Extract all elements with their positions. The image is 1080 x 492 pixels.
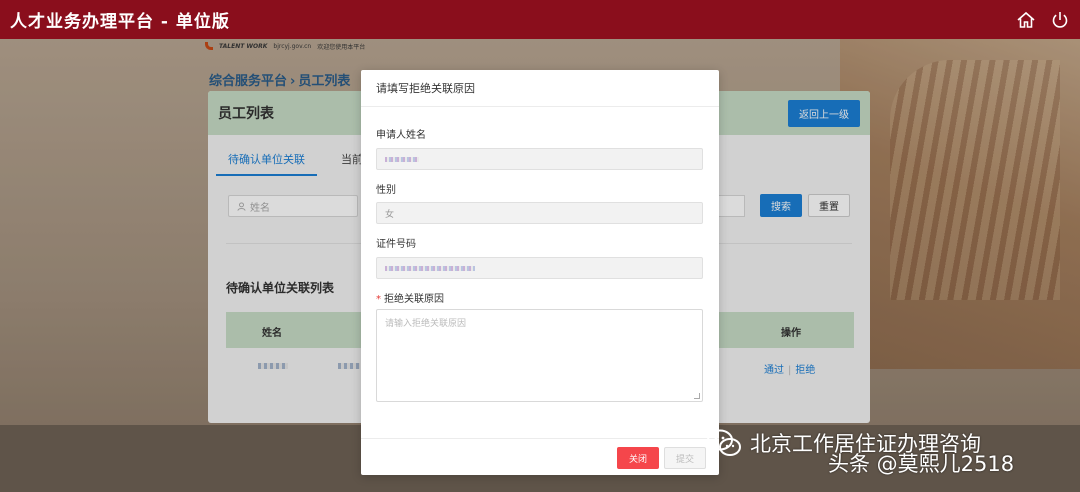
required-marker: * — [376, 294, 381, 305]
redacted-id-number — [385, 265, 475, 271]
applicant-name-label: 申请人姓名 — [376, 130, 426, 141]
dialog-footer: 关闭 提交 — [361, 438, 719, 475]
applicant-name-field — [376, 148, 703, 170]
redacted-applicant-name — [385, 156, 419, 162]
power-icon[interactable] — [1050, 10, 1070, 30]
reject-reason-label-text: 拒绝关联原因 — [384, 294, 444, 305]
app-title: 人才业务办理平台 - 单位版 — [10, 12, 230, 32]
reject-reason-dialog: 请填写拒绝关联原因 申请人姓名 性别 女 证件号码 * 拒绝关联原因 请输入拒绝关… — [361, 70, 719, 475]
id-number-field — [376, 257, 703, 279]
wechat-icon — [706, 428, 742, 458]
top-bar: 人才业务办理平台 - 单位版 — [0, 0, 1080, 39]
reject-reason-placeholder: 请输入拒绝关联原因 — [385, 319, 467, 329]
submit-button[interactable]: 提交 — [664, 447, 706, 469]
home-icon[interactable] — [1016, 10, 1036, 30]
watermark-line2: 头条 @莫熙儿2518 — [828, 452, 1015, 476]
dialog-title: 请填写拒绝关联原因 — [361, 70, 719, 107]
gender-field: 女 — [376, 202, 703, 224]
gender-label: 性别 — [376, 185, 396, 196]
resize-handle[interactable] — [694, 393, 700, 399]
close-button[interactable]: 关闭 — [617, 447, 659, 469]
reject-reason-label: * 拒绝关联原因 — [376, 290, 444, 305]
id-number-label: 证件号码 — [376, 239, 416, 250]
reject-reason-textarea[interactable]: 请输入拒绝关联原因 — [376, 309, 703, 402]
topbar-icons — [1016, 10, 1070, 30]
